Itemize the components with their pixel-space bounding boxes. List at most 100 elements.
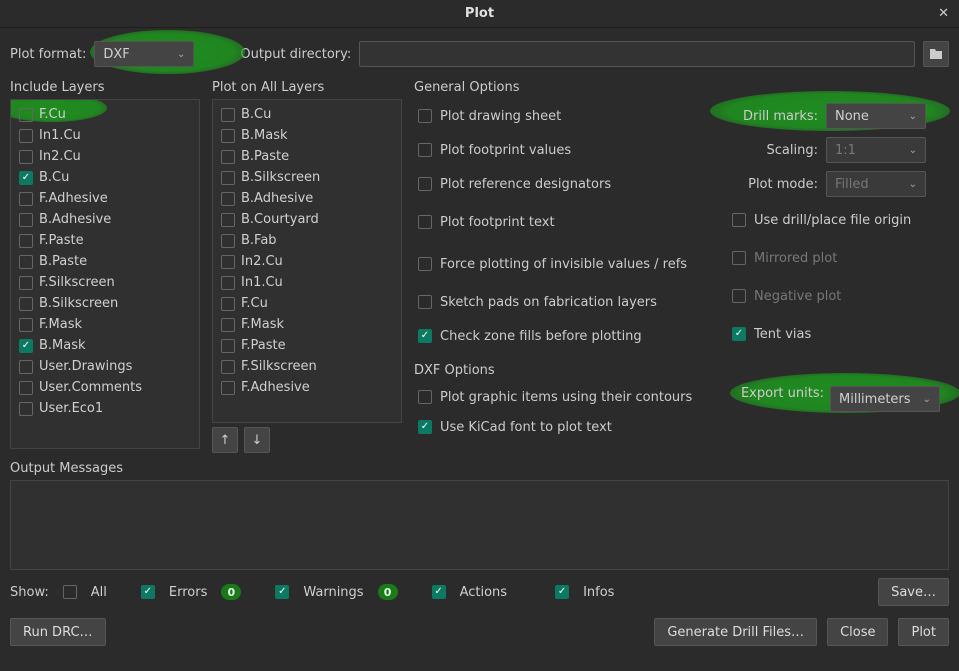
layer-item[interactable]: F.Mask	[215, 314, 399, 335]
plot_footprint_values-checkbox[interactable]	[418, 143, 432, 157]
layer-item[interactable]: B.Paste	[215, 146, 399, 167]
layer-item[interactable]: F.Silkscreen	[13, 272, 197, 293]
tent_vias-checkbox[interactable]	[732, 327, 746, 341]
layer-item[interactable]: F.Paste	[13, 230, 197, 251]
layer-item[interactable]: F.Cu	[215, 293, 399, 314]
check_zone_fills-checkbox[interactable]	[418, 329, 432, 343]
plot_graphic_contours-checkbox[interactable]	[418, 390, 432, 404]
layer-checkbox[interactable]	[221, 339, 235, 353]
show-infos-checkbox[interactable]	[555, 585, 569, 599]
layer-item[interactable]: F.Adhesive	[215, 377, 399, 398]
layer-checkbox[interactable]	[221, 234, 235, 248]
layer-checkbox[interactable]	[19, 213, 33, 227]
layer-checkbox[interactable]	[19, 297, 33, 311]
layer-checkbox[interactable]	[221, 171, 235, 185]
use_kicad_font-checkbox[interactable]	[418, 420, 432, 434]
layer-checkbox[interactable]	[19, 276, 33, 290]
layer-item[interactable]: F.Silkscreen	[215, 356, 399, 377]
layer-checkbox[interactable]	[221, 129, 235, 143]
layer-checkbox[interactable]	[19, 381, 33, 395]
run-drc-button[interactable]: Run DRC…	[10, 618, 106, 646]
layer-item[interactable]: In1.Cu	[13, 125, 197, 146]
use_drill_origin-label: Use drill/place file origin	[754, 213, 911, 228]
plot_drawing_sheet-checkbox[interactable]	[418, 109, 432, 123]
layer-checkbox[interactable]	[19, 171, 33, 185]
layer-checkbox[interactable]	[19, 192, 33, 206]
layer-checkbox[interactable]	[221, 381, 235, 395]
layer-checkbox[interactable]	[19, 360, 33, 374]
layer-checkbox[interactable]	[19, 129, 33, 143]
layer-checkbox[interactable]	[221, 192, 235, 206]
force_invisible-checkbox[interactable]	[418, 257, 432, 271]
layer-checkbox[interactable]	[221, 108, 235, 122]
folder-browse-button[interactable]	[923, 41, 949, 67]
plot_reference_designators-checkbox[interactable]	[418, 177, 432, 191]
move-down-button[interactable]: ↓	[244, 427, 270, 453]
layer-checkbox[interactable]	[19, 108, 33, 122]
layer-checkbox[interactable]	[221, 276, 235, 290]
layer-label: F.Adhesive	[39, 191, 108, 206]
output-dir-input[interactable]	[359, 41, 915, 67]
layer-checkbox[interactable]	[221, 360, 235, 374]
layer-item[interactable]: F.Paste	[215, 335, 399, 356]
layer-item[interactable]: User.Eco1	[13, 398, 197, 419]
layer-checkbox[interactable]	[19, 402, 33, 416]
layer-label: F.Adhesive	[241, 380, 310, 395]
close-button[interactable]: Close	[827, 618, 888, 646]
layer-item[interactable]: User.Drawings	[13, 356, 197, 377]
layer-item[interactable]: In2.Cu	[13, 146, 197, 167]
layer-checkbox[interactable]	[19, 318, 33, 332]
plot-all-layers-list[interactable]: B.Cu B.MaskB.PasteB.Silkscreen B.Adhesive B…	[212, 99, 402, 423]
output-messages-area[interactable]	[10, 480, 949, 570]
generate-drill-files-button[interactable]: Generate Drill Files…	[654, 618, 817, 646]
layer-item[interactable]: B.Silkscreen	[13, 293, 197, 314]
layer-item[interactable]: B.Cu	[13, 167, 197, 188]
plot_footprint_text-checkbox[interactable]	[418, 215, 432, 229]
layer-item[interactable]: F.Mask	[13, 314, 197, 335]
drill-marks-select[interactable]: None ⌄	[826, 103, 926, 129]
option-row: Plot footprint text	[414, 201, 724, 243]
save-button[interactable]: Save…	[878, 578, 949, 606]
show-actions-checkbox[interactable]	[432, 585, 446, 599]
layer-item[interactable]: In2.Cu	[215, 251, 399, 272]
move-up-button[interactable]: ↑	[212, 427, 238, 453]
layer-item[interactable]: User.Comments	[13, 377, 197, 398]
layer-checkbox[interactable]	[221, 213, 235, 227]
layer-checkbox[interactable]	[221, 255, 235, 269]
layer-checkbox[interactable]	[19, 255, 33, 269]
show-errors-checkbox[interactable]	[141, 585, 155, 599]
layer-item[interactable]: B.Mask	[215, 125, 399, 146]
option-row: Plot drawing sheet	[414, 99, 724, 133]
close-icon[interactable]: ✕	[938, 6, 949, 21]
layer-item[interactable]: B.Cu	[215, 104, 399, 125]
plot-format-select[interactable]: DXF ⌄	[94, 41, 194, 67]
layer-item[interactable]: In1.Cu	[215, 272, 399, 293]
layer-item[interactable]: B.Mask	[13, 335, 197, 356]
show-warnings-checkbox[interactable]	[275, 585, 289, 599]
layer-label: In1.Cu	[241, 275, 283, 290]
layer-item[interactable]: B.Courtyard	[215, 209, 399, 230]
plot-button[interactable]: Plot	[898, 618, 949, 646]
layer-checkbox[interactable]	[19, 339, 33, 353]
layer-item[interactable]: B.Fab	[215, 230, 399, 251]
layer-item[interactable]: B.Adhesive	[13, 209, 197, 230]
chevron-down-icon: ⌄	[923, 394, 931, 405]
show-all-checkbox[interactable]	[63, 585, 77, 599]
layer-checkbox[interactable]	[221, 150, 235, 164]
layer-checkbox[interactable]	[221, 318, 235, 332]
layer-checkbox[interactable]	[19, 234, 33, 248]
sketch_pads-checkbox[interactable]	[418, 295, 432, 309]
layer-item[interactable]: F.Cu	[13, 104, 197, 125]
layer-item[interactable]: B.Silkscreen	[215, 167, 399, 188]
layer-item[interactable]: B.Adhesive	[215, 188, 399, 209]
layer-checkbox[interactable]	[19, 150, 33, 164]
layer-label: B.Adhesive	[241, 191, 313, 206]
layer-label: B.Cu	[241, 107, 271, 122]
use_drill_origin-checkbox[interactable]	[732, 213, 746, 227]
layer-item[interactable]: F.Adhesive	[13, 188, 197, 209]
layer-label: F.Mask	[39, 317, 82, 332]
layer-item[interactable]: B.Paste	[13, 251, 197, 272]
layer-checkbox[interactable]	[221, 297, 235, 311]
include-layers-list[interactable]: F.CuIn1.CuIn2.CuB.Cu F.Adhesive B.Adhesive…	[10, 99, 200, 449]
export-units-select[interactable]: Millimeters ⌄	[830, 386, 940, 412]
